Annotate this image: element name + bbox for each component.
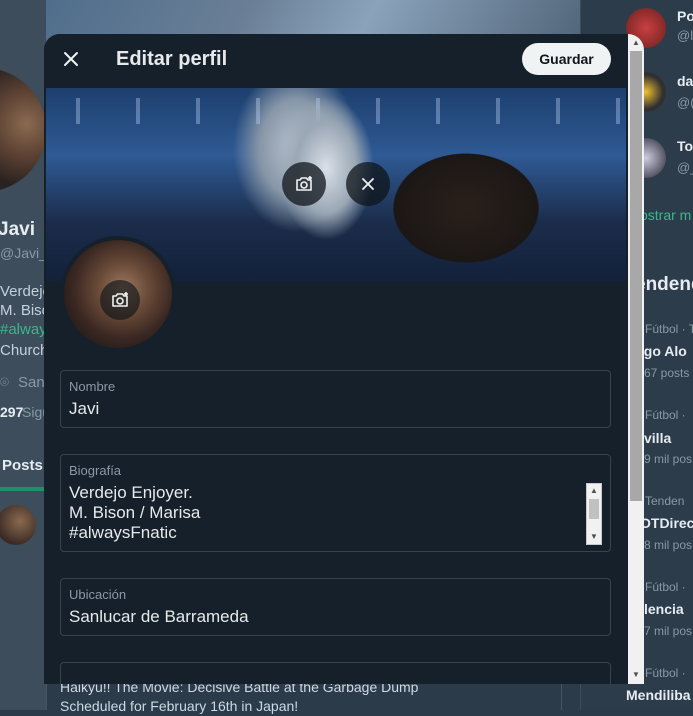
trend-name[interactable]: lencia <box>644 601 684 617</box>
follow-suggestion-name[interactable]: To <box>677 138 693 154</box>
bio-scrollbar-thumb[interactable] <box>589 499 599 519</box>
profile-name: Javi <box>0 219 35 240</box>
show-more-link[interactable]: ostrar m <box>640 207 691 223</box>
scroll-up-icon[interactable]: ▲ <box>629 36 643 50</box>
name-field-label: Nombre <box>69 379 116 394</box>
following-count[interactable]: 297 <box>0 404 23 420</box>
profile-bio-line: Church <box>0 342 49 359</box>
edit-profile-dialog: Editar perfil Guardar Nombre Javi Biogra… <box>44 34 644 684</box>
trend-count: 7 mil pos <box>644 624 693 638</box>
trend-context: Fútbol · T <box>645 322 693 336</box>
trend-name[interactable]: Mendiliba <box>626 687 691 703</box>
save-button[interactable]: Guardar <box>522 43 611 75</box>
trend-context: Tenden <box>645 494 685 508</box>
follow-suggestion-handle: @( <box>677 95 693 110</box>
add-photo-icon <box>112 292 128 307</box>
website-field[interactable] <box>60 662 611 684</box>
dialog-scrollbar[interactable]: ▲ ▼ <box>628 34 644 684</box>
dialog-header: Editar perfil Guardar <box>44 34 628 87</box>
trend-name[interactable]: OTDirec <box>640 515 693 531</box>
profile-bio-hashtag[interactable]: #alway <box>0 321 47 338</box>
bio-field[interactable]: Biografía Verdejo Enjoyer. M. Bison / Ma… <box>60 454 611 552</box>
trend-context: Fútbol · <box>645 666 686 680</box>
trend-name[interactable]: villa <box>644 430 671 446</box>
follow-suggestion-handle: @_ <box>677 160 693 175</box>
location-field-value[interactable]: Sanlucar de Barrameda <box>69 607 249 627</box>
close-icon <box>362 178 374 190</box>
follow-suggestion-name[interactable]: da <box>677 73 693 89</box>
remove-header-photo-button[interactable] <box>346 162 390 206</box>
tab-posts[interactable]: Posts <box>2 457 43 474</box>
bio-field-value[interactable]: Verdejo Enjoyer. M. Bison / Marisa #alwa… <box>69 483 200 543</box>
scroll-down-icon[interactable]: ▼ <box>587 530 601 544</box>
trend-count: 9 mil pos <box>644 452 693 466</box>
location-field-label: Ubicación <box>69 587 127 602</box>
follow-suggestion-name[interactable]: Po <box>677 8 693 24</box>
bio-scrollbar[interactable]: ▲ ▼ <box>586 483 602 545</box>
location-field[interactable]: Ubicación Sanlucar de Barrameda <box>60 578 611 636</box>
trend-context: Fútbol · <box>645 580 686 594</box>
add-photo-icon <box>296 176 312 191</box>
close-icon <box>64 52 78 66</box>
trend-count: 8 mil pos <box>644 538 693 552</box>
scroll-down-icon[interactable]: ▼ <box>629 668 643 682</box>
profile-location: San <box>18 374 45 391</box>
tab-active-indicator <box>0 487 44 491</box>
add-avatar-photo-button[interactable] <box>100 280 140 320</box>
bio-field-label: Biografía <box>69 463 122 478</box>
location-pin-icon: ⌾ <box>0 374 10 391</box>
profile-avatar <box>60 236 176 352</box>
dialog-scrollbar-thumb[interactable] <box>630 51 642 501</box>
name-field-value[interactable]: Javi <box>69 399 99 419</box>
dialog-title: Editar perfil <box>116 48 228 70</box>
name-field[interactable]: Nombre Javi <box>60 370 611 428</box>
close-button[interactable] <box>54 42 88 76</box>
add-header-photo-button[interactable] <box>282 162 326 206</box>
trend-context: Fútbol · <box>645 408 686 422</box>
tweet-text-line: Scheduled for February 16th in Japan! <box>60 698 299 714</box>
follow-suggestion-handle: @l <box>677 28 693 43</box>
trend-count: 67 posts <box>644 366 690 380</box>
scroll-up-icon[interactable]: ▲ <box>587 484 601 498</box>
